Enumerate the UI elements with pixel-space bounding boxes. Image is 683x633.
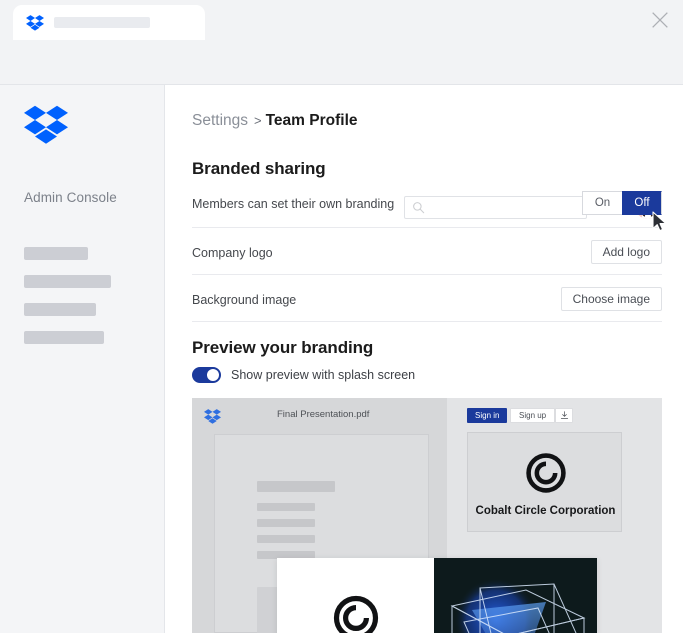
preview-file-name: Final Presentation.pdf — [277, 409, 369, 420]
preview-sign-up-button[interactable]: Sign up — [510, 408, 555, 423]
browser-tabstrip — [0, 0, 683, 40]
splash-preview-toggle-row: Show preview with splash screen — [192, 367, 415, 383]
dropbox-logo[interactable] — [24, 105, 68, 145]
breadcrumb: Settings > Team Profile — [192, 112, 358, 130]
main-content: Settings > Team Profile Branded sharing … — [165, 85, 683, 633]
cobalt-circle-logo — [332, 594, 380, 633]
preview-brand-card: Cobalt Circle Corporation — [467, 432, 622, 532]
choose-image-button[interactable]: Choose image — [561, 287, 662, 311]
dropbox-icon — [204, 409, 221, 424]
breadcrumb-settings[interactable]: Settings — [192, 112, 248, 130]
splash-preview-toggle-label: Show preview with splash screen — [231, 368, 415, 382]
doc-text-line — [257, 481, 335, 492]
sidebar-title: Admin Console — [24, 190, 117, 205]
sidebar: Admin Console — [0, 85, 165, 633]
browser-chrome — [0, 0, 683, 85]
blue-wireframe-3d-artwork — [434, 558, 597, 633]
setting-label: Members can set their own branding — [192, 197, 394, 211]
search-icon — [412, 201, 425, 214]
browser-tab[interactable] — [13, 5, 205, 40]
preview-section-title: Preview your branding — [192, 338, 373, 358]
page-body: Admin Console Settings > Team Profile — [0, 85, 683, 633]
cobalt-circle-logo — [524, 451, 568, 495]
add-logo-button[interactable]: Add logo — [591, 240, 662, 264]
close-icon[interactable] — [649, 9, 671, 31]
download-icon[interactable] — [555, 408, 573, 423]
divider — [192, 274, 662, 275]
splash-screen-card: Cobalt Circle Corporation View — [277, 558, 597, 633]
browser-toolbar — [0, 40, 683, 85]
preview-sign-in-button[interactable]: Sign in — [467, 408, 507, 423]
divider — [192, 321, 662, 322]
mouse-pointer-icon — [652, 211, 668, 233]
sidebar-item-placeholder[interactable] — [24, 331, 104, 344]
branding-preview-panel: Final Presentation.pdf Sign in Sign up — [192, 398, 662, 633]
dropbox-icon — [26, 15, 44, 31]
page-title: Branded sharing — [192, 159, 326, 179]
sidebar-item-placeholder[interactable] — [24, 275, 111, 288]
splash-card-content: Cobalt Circle Corporation View — [277, 558, 434, 633]
sidebar-item-placeholder[interactable] — [24, 303, 96, 316]
search-input[interactable] — [404, 196, 587, 219]
breadcrumb-separator: > — [254, 113, 262, 128]
doc-text-line — [257, 503, 315, 511]
browser-tab-title — [54, 17, 150, 28]
sidebar-item-placeholder[interactable] — [24, 247, 88, 260]
doc-text-line — [257, 535, 315, 543]
divider — [192, 227, 662, 228]
splash-preview-toggle[interactable] — [192, 367, 221, 383]
doc-text-line — [257, 519, 315, 527]
toggle-knob — [207, 369, 219, 381]
breadcrumb-team-profile: Team Profile — [266, 112, 358, 130]
branding-on-button[interactable]: On — [582, 191, 622, 215]
setting-label: Background image — [192, 293, 296, 307]
setting-label: Company logo — [192, 246, 273, 260]
branding-toggle-group: On Off — [582, 191, 662, 215]
preview-brand-name: Cobalt Circle Corporation — [468, 505, 623, 517]
